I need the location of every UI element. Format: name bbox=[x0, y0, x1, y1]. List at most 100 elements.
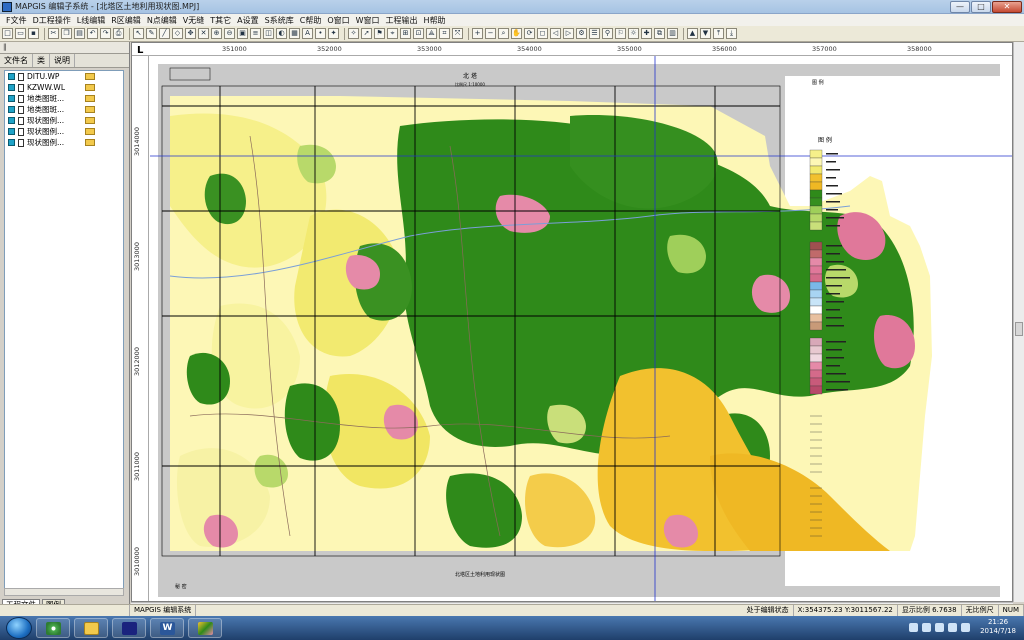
copy-icon[interactable]: ❐ bbox=[61, 28, 72, 39]
topology-icon[interactable]: ⟁ bbox=[426, 28, 437, 39]
magic-icon[interactable]: ✧ bbox=[348, 28, 359, 39]
checkbox-icon[interactable] bbox=[8, 128, 15, 135]
line-icon[interactable]: ╱ bbox=[159, 28, 170, 39]
maximize-button[interactable]: □ bbox=[971, 1, 991, 13]
attribute-icon[interactable]: ≡ bbox=[250, 28, 261, 39]
close-button[interactable]: ✕ bbox=[992, 1, 1022, 13]
menu-region-edit[interactable]: R区编辑 bbox=[108, 15, 144, 26]
taskbar-explorer[interactable] bbox=[74, 618, 108, 638]
pan-icon[interactable]: ✋ bbox=[511, 28, 522, 39]
node-icon[interactable]: ◇ bbox=[172, 28, 183, 39]
undo-icon[interactable]: ↶ bbox=[87, 28, 98, 39]
col-filename[interactable]: 文件名 bbox=[0, 54, 33, 67]
taskbar-mapgis[interactable] bbox=[112, 618, 146, 638]
menu-file[interactable]: F文件 bbox=[3, 15, 30, 26]
tool-c-icon[interactable]: ⚲ bbox=[602, 28, 613, 39]
tool-d-icon[interactable]: ⚐ bbox=[615, 28, 626, 39]
checkbox-icon[interactable] bbox=[8, 117, 15, 124]
import-icon[interactable]: ⤓ bbox=[726, 28, 737, 39]
checkbox-icon[interactable] bbox=[8, 73, 15, 80]
paste-icon[interactable]: ▤ bbox=[74, 28, 85, 39]
save-icon[interactable]: ▪ bbox=[28, 28, 39, 39]
print-icon[interactable]: ⎙ bbox=[113, 28, 124, 39]
minimize-button[interactable]: — bbox=[950, 1, 970, 13]
list-item[interactable]: 现状图例... bbox=[5, 115, 123, 126]
symbol-icon[interactable]: ✦ bbox=[328, 28, 339, 39]
taskbar-word[interactable]: W bbox=[150, 618, 184, 638]
panel-hscrollbar[interactable] bbox=[4, 588, 124, 596]
fill-icon[interactable]: ▦ bbox=[289, 28, 300, 39]
delete-icon[interactable]: ✕ bbox=[198, 28, 209, 39]
transform-icon[interactable]: ⤧ bbox=[452, 28, 463, 39]
tool-h-icon[interactable]: ▥ bbox=[667, 28, 678, 39]
taskbar-map-app[interactable] bbox=[188, 618, 222, 638]
checkbox-icon[interactable] bbox=[8, 106, 15, 113]
arrow-icon[interactable]: ➚ bbox=[361, 28, 372, 39]
clip-icon[interactable]: ⌗ bbox=[439, 28, 450, 39]
next-view-icon[interactable]: ▷ bbox=[563, 28, 574, 39]
checkbox-icon[interactable] bbox=[8, 139, 15, 146]
menu-line-edit[interactable]: L线编辑 bbox=[74, 15, 108, 26]
list-item[interactable]: KZWW.WL bbox=[5, 82, 123, 93]
tool-g-icon[interactable]: ⧉ bbox=[654, 28, 665, 39]
new-file-icon[interactable]: □ bbox=[2, 28, 13, 39]
point-icon[interactable]: • bbox=[315, 28, 326, 39]
menu-help[interactable]: H帮助 bbox=[421, 15, 449, 26]
checkbox-icon[interactable] bbox=[8, 95, 15, 102]
cut-icon[interactable]: ✂ bbox=[48, 28, 59, 39]
help-icon[interactable] bbox=[922, 622, 932, 632]
menu-settings[interactable]: A设置 bbox=[234, 15, 261, 26]
snap-icon[interactable]: ⊡ bbox=[413, 28, 424, 39]
tool-e-icon[interactable]: ☼ bbox=[628, 28, 639, 39]
col-description[interactable]: 说明 bbox=[50, 54, 75, 67]
menu-output[interactable]: 工程输出 bbox=[383, 15, 421, 26]
prev-view-icon[interactable]: ◁ bbox=[550, 28, 561, 39]
menu-seamless[interactable]: V无缝 bbox=[180, 15, 207, 26]
down-arrow-icon[interactable]: ▼ bbox=[700, 28, 711, 39]
select-icon[interactable]: ↖ bbox=[133, 28, 144, 39]
menu-window[interactable]: W窗口 bbox=[353, 15, 383, 26]
redo-icon[interactable]: ↷ bbox=[100, 28, 111, 39]
checkbox-icon[interactable] bbox=[8, 84, 15, 91]
list-item[interactable]: 地类图斑... bbox=[5, 104, 123, 115]
clock[interactable]: 21:26 2014/7/18 bbox=[980, 618, 1016, 636]
list-item[interactable]: DITU.WP bbox=[5, 71, 123, 82]
zoom-window-icon[interactable]: ⌕ bbox=[498, 28, 509, 39]
vscroll-thumb[interactable] bbox=[1015, 322, 1023, 336]
list-item[interactable]: 地类图斑... bbox=[5, 93, 123, 104]
list-item[interactable]: 现状图例... bbox=[5, 126, 123, 137]
pen-icon[interactable]: ✎ bbox=[146, 28, 157, 39]
map-canvas[interactable]: 北 塔 比例尺 1:10000 北塔区土地利用现状图 秘 密 图 例 图 例 bbox=[150, 56, 1013, 602]
menu-project[interactable]: D工程操作 bbox=[30, 15, 74, 26]
taskbar-chrome[interactable] bbox=[36, 618, 70, 638]
refresh-icon[interactable]: ⟳ bbox=[524, 28, 535, 39]
up-arrow-icon[interactable]: ▲ bbox=[687, 28, 698, 39]
zoom-in-icon[interactable]: + bbox=[472, 28, 483, 39]
zoom-out-icon[interactable]: − bbox=[485, 28, 496, 39]
grid-icon[interactable]: ⊞ bbox=[400, 28, 411, 39]
menu-other[interactable]: T其它 bbox=[207, 15, 234, 26]
text-icon[interactable]: A bbox=[302, 28, 313, 39]
menu-point-edit[interactable]: N点编辑 bbox=[144, 15, 180, 26]
menu-system-lib[interactable]: S系统库 bbox=[262, 15, 297, 26]
join-icon[interactable]: ⊕ bbox=[211, 28, 222, 39]
full-extent-icon[interactable]: ◻ bbox=[537, 28, 548, 39]
tool-b-icon[interactable]: ☰ bbox=[589, 28, 600, 39]
flag-icon[interactable] bbox=[935, 622, 945, 632]
menu-window-o[interactable]: O窗口 bbox=[324, 15, 352, 26]
flag-icon[interactable]: ⚑ bbox=[374, 28, 385, 39]
tool-a-icon[interactable]: ⚙ bbox=[576, 28, 587, 39]
layer-icon[interactable]: ◫ bbox=[263, 28, 274, 39]
list-item[interactable]: 现状图例... bbox=[5, 137, 123, 148]
region-icon[interactable]: ▣ bbox=[237, 28, 248, 39]
map-vscrollbar[interactable] bbox=[1013, 42, 1024, 602]
tool-f-icon[interactable]: ✚ bbox=[641, 28, 652, 39]
network-icon[interactable] bbox=[948, 622, 958, 632]
land-use-map[interactable]: 北 塔 比例尺 1:10000 北塔区土地利用现状图 秘 密 图 例 图 例 bbox=[150, 56, 1013, 602]
move-icon[interactable]: ✥ bbox=[185, 28, 196, 39]
color-icon[interactable]: ◐ bbox=[276, 28, 287, 39]
open-file-icon[interactable]: ▭ bbox=[15, 28, 26, 39]
col-type[interactable]: 类 bbox=[33, 54, 50, 67]
split-icon[interactable]: ⊖ bbox=[224, 28, 235, 39]
menu-help-c[interactable]: C帮助 bbox=[297, 15, 325, 26]
